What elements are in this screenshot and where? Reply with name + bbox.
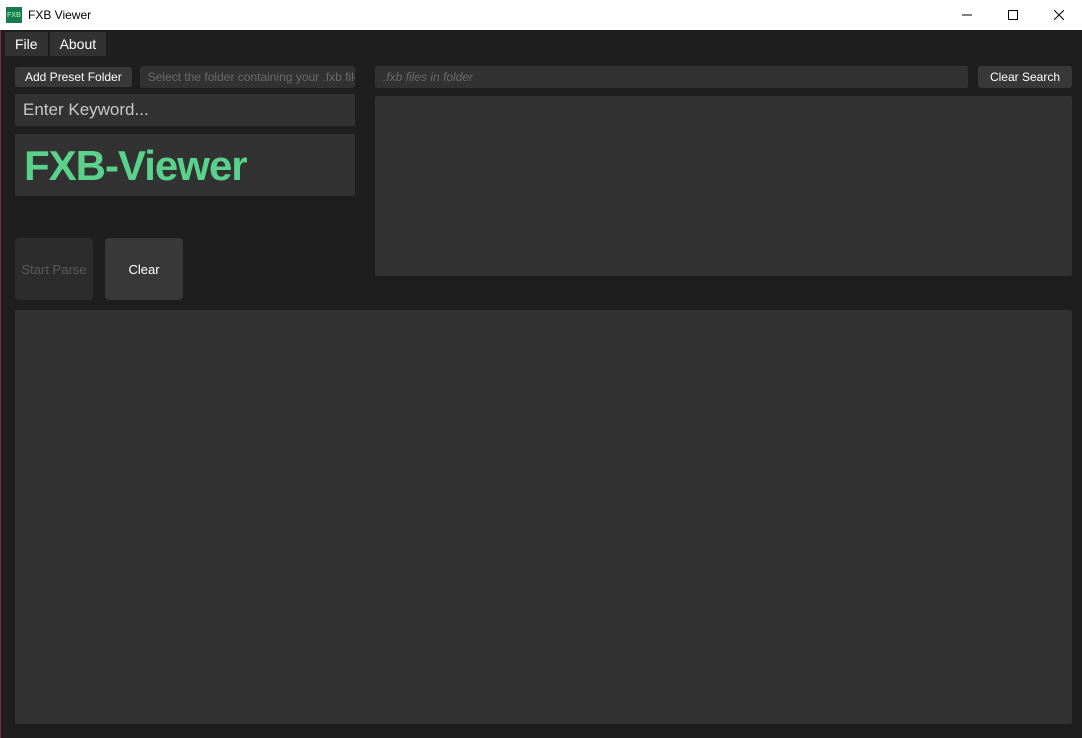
close-icon bbox=[1054, 10, 1064, 20]
keyword-input[interactable] bbox=[15, 94, 355, 126]
action-row: Start Parse Clear bbox=[15, 238, 355, 300]
close-button[interactable] bbox=[1036, 0, 1082, 30]
app-icon: FXB bbox=[6, 7, 22, 23]
titlebar: FXB FXB Viewer bbox=[0, 0, 1082, 30]
app-body: File About Add Preset Folder Select the … bbox=[0, 30, 1082, 738]
logo-panel: FXB-Viewer bbox=[15, 134, 355, 196]
search-row: Clear Search bbox=[375, 66, 1072, 88]
folder-path-label: Select the folder containing your .fxb f… bbox=[140, 66, 355, 88]
file-list-panel[interactable] bbox=[375, 96, 1072, 276]
menu-file[interactable]: File bbox=[5, 32, 48, 56]
clear-button[interactable]: Clear bbox=[105, 238, 183, 300]
upper-row: Add Preset Folder Select the folder cont… bbox=[15, 66, 1072, 300]
output-panel[interactable] bbox=[15, 310, 1072, 724]
add-folder-row: Add Preset Folder Select the folder cont… bbox=[15, 66, 355, 88]
right-column: Clear Search bbox=[375, 66, 1072, 276]
minimize-button[interactable] bbox=[944, 0, 990, 30]
add-preset-folder-button[interactable]: Add Preset Folder bbox=[15, 67, 132, 87]
app-logo: FXB-Viewer bbox=[22, 140, 348, 188]
start-parse-button[interactable]: Start Parse bbox=[15, 238, 93, 300]
left-column: Add Preset Folder Select the folder cont… bbox=[15, 66, 355, 300]
window-controls bbox=[944, 0, 1082, 30]
menu-about[interactable]: About bbox=[50, 32, 107, 56]
svg-text:FXB-Viewer: FXB-Viewer bbox=[24, 142, 247, 188]
content: Add Preset Folder Select the folder cont… bbox=[1, 58, 1082, 738]
minimize-icon bbox=[962, 10, 972, 20]
menubar: File About bbox=[1, 30, 1082, 58]
window-title: FXB Viewer bbox=[28, 8, 91, 22]
maximize-button[interactable] bbox=[990, 0, 1036, 30]
titlebar-left: FXB FXB Viewer bbox=[6, 7, 91, 23]
clear-search-button[interactable]: Clear Search bbox=[978, 66, 1072, 88]
maximize-icon bbox=[1008, 10, 1018, 20]
files-search-input[interactable] bbox=[375, 66, 968, 88]
